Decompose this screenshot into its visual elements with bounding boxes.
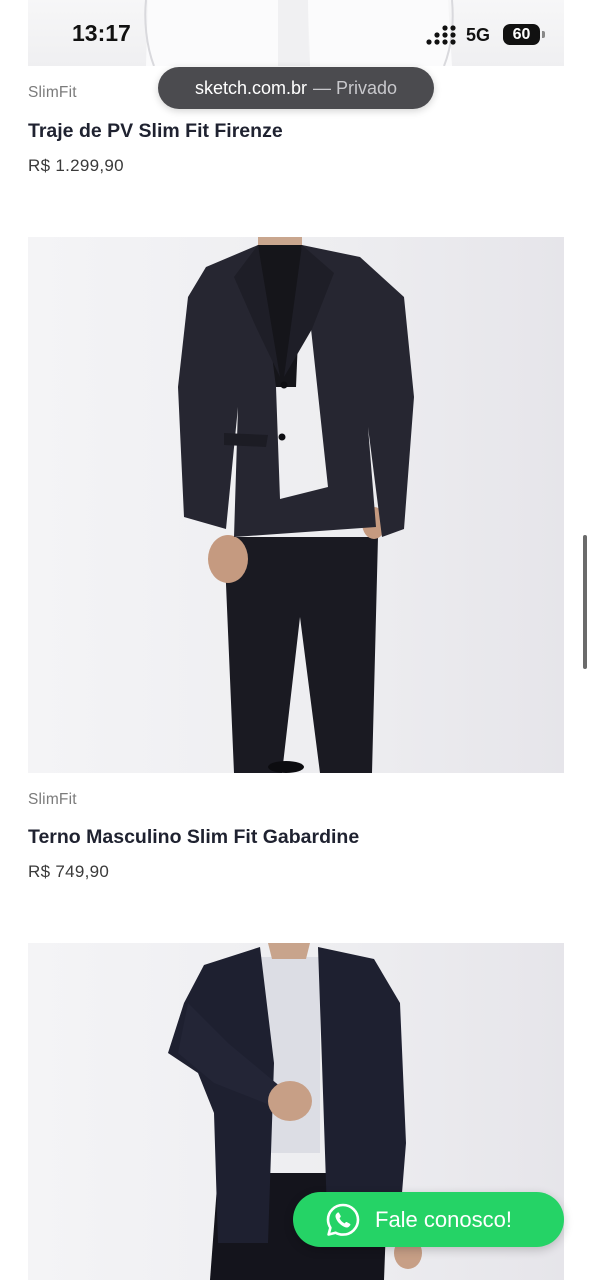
url-pill[interactable]: sketch.com.br — Privado — [158, 67, 434, 109]
product-brand: SlimFit — [28, 791, 77, 808]
whatsapp-icon — [326, 1203, 360, 1236]
product-price: R$ 1.299,90 — [28, 156, 124, 175]
whatsapp-button-label: Fale conosco! — [375, 1206, 512, 1232]
product-brand: SlimFit — [28, 84, 77, 101]
product-price: R$ 749,90 — [28, 862, 110, 881]
whatsapp-contact-button[interactable]: Fale conosco! — [293, 1192, 564, 1247]
product-title[interactable]: Terno Masculino Slim Fit Gabardine — [28, 826, 359, 849]
battery-icon: 60 — [503, 24, 540, 45]
product-title[interactable]: Traje de PV Slim Fit Firenze — [28, 120, 283, 143]
scrollbar-thumb[interactable] — [583, 535, 587, 669]
battery-cap — [542, 31, 545, 38]
dark-suit-illustration — [178, 237, 414, 773]
product-image-dark-suit[interactable] — [28, 237, 564, 773]
product-list-page: 13:17 5G 60 sketch.com.br — Privado Slim… — [0, 0, 592, 1280]
url-domain: sketch.com.br — [194, 77, 307, 98]
status-time: 13:17 — [72, 20, 131, 46]
cellular-signal-icon — [426, 25, 456, 45]
browsing-mode: — Privado — [313, 77, 398, 98]
network-type: 5G — [466, 25, 491, 45]
battery-level: 60 — [512, 25, 531, 43]
